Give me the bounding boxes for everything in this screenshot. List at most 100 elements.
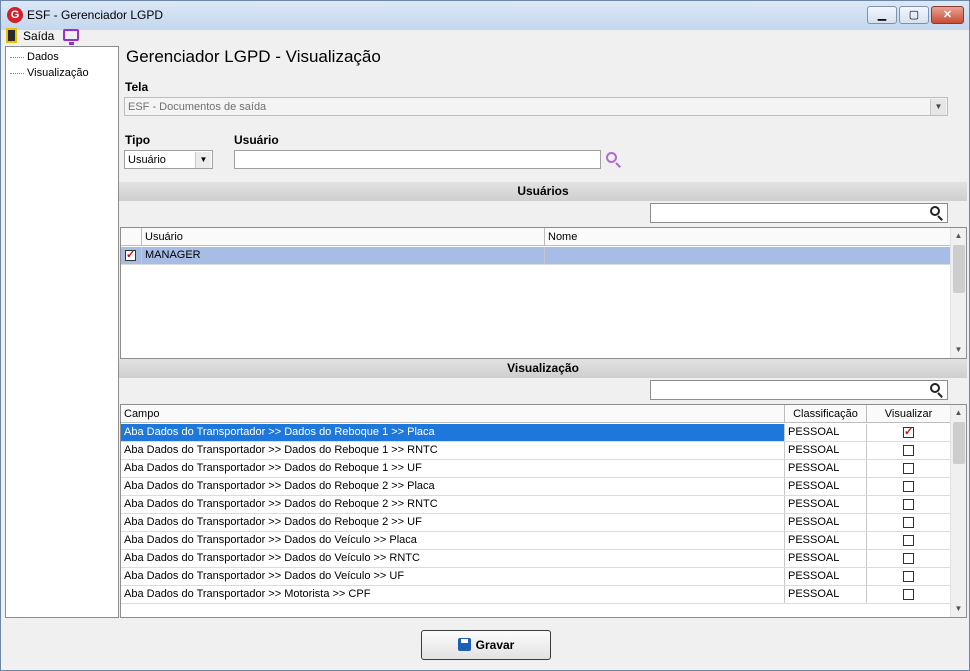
visualizar-cell[interactable] (867, 532, 950, 549)
row-checkbox[interactable] (121, 247, 142, 264)
view-filter-input[interactable] (650, 380, 948, 400)
campo-cell: Aba Dados do Transportador >> Dados do R… (121, 514, 785, 531)
checkbox-unchecked-icon[interactable] (903, 444, 914, 456)
table-row[interactable]: Aba Dados do Transportador >> Dados do R… (121, 496, 950, 514)
view-section-header: Visualização (119, 359, 967, 378)
column-header-visualizar[interactable]: Visualizar (867, 405, 950, 423)
app-logo-icon: G (7, 7, 23, 23)
table-row[interactable]: Aba Dados do Transportador >> Dados do R… (121, 442, 950, 460)
exit-door-icon[interactable] (6, 28, 17, 43)
chevron-down-icon[interactable]: ▼ (930, 99, 946, 115)
visualizar-cell[interactable] (867, 424, 950, 441)
view-grid-header: Campo Classificação Visualizar (121, 405, 950, 423)
monitor-icon[interactable] (63, 29, 79, 45)
maximize-button[interactable]: ▢ (899, 6, 929, 24)
classificacao-cell: PESSOAL (785, 442, 867, 459)
tipo-select[interactable]: Usuário ▼ (124, 150, 213, 169)
table-row[interactable]: Aba Dados do Transportador >> Dados do R… (121, 514, 950, 532)
search-icon[interactable] (930, 383, 944, 398)
campo-cell: Aba Dados do Transportador >> Dados do V… (121, 550, 785, 567)
column-header-classificacao[interactable]: Classificação (785, 405, 867, 423)
tela-value: ESF - Documentos de saída (128, 101, 267, 113)
classificacao-cell: PESSOAL (785, 586, 867, 603)
navigation-tree: Dados Visualização (5, 46, 119, 618)
scroll-up-icon[interactable]: ▲ (951, 228, 966, 244)
visualizar-cell[interactable] (867, 496, 950, 513)
usuario-label: Usuário (234, 133, 279, 147)
tipo-value: Usuário (128, 154, 166, 166)
page-title: Gerenciador LGPD - Visualização (126, 47, 381, 66)
table-row[interactable]: Aba Dados do Transportador >> Motorista … (121, 586, 950, 604)
checkbox-unchecked-icon[interactable] (903, 462, 914, 474)
users-section-header: Usuários (119, 182, 967, 201)
visualizar-cell[interactable] (867, 586, 950, 603)
visualizar-cell[interactable] (867, 514, 950, 531)
table-row[interactable]: Aba Dados do Transportador >> Dados do V… (121, 568, 950, 586)
table-row[interactable]: Aba Dados do Transportador >> Dados do V… (121, 532, 950, 550)
table-row[interactable]: Aba Dados do Transportador >> Dados do V… (121, 550, 950, 568)
visualizar-cell[interactable] (867, 478, 950, 495)
user-name-cell (545, 247, 950, 264)
campo-cell: Aba Dados do Transportador >> Dados do R… (121, 478, 785, 495)
scroll-down-icon[interactable]: ▼ (951, 601, 966, 617)
floppy-disk-icon (457, 638, 471, 651)
scroll-thumb[interactable] (953, 245, 965, 293)
campo-cell: Aba Dados do Transportador >> Dados do R… (121, 496, 785, 513)
classificacao-cell: PESSOAL (785, 550, 867, 567)
users-filter-input[interactable] (650, 203, 948, 223)
close-button[interactable]: ✕ (931, 6, 964, 24)
checkbox-checked-icon[interactable] (903, 424, 914, 441)
scroll-thumb[interactable] (953, 422, 965, 464)
column-header-usuario[interactable]: Usuário (142, 228, 545, 246)
classificacao-cell: PESSOAL (785, 460, 867, 477)
checkbox-checked-icon[interactable] (125, 247, 136, 264)
users-scrollbar[interactable]: ▲ ▼ (950, 228, 966, 358)
checkbox-unchecked-icon[interactable] (903, 516, 914, 528)
tela-select[interactable]: ESF - Documentos de saída ▼ (124, 97, 948, 116)
checkbox-unchecked-icon[interactable] (903, 570, 914, 582)
visualizar-cell[interactable] (867, 442, 950, 459)
save-button[interactable]: Gravar (421, 630, 551, 660)
user-login-cell: MANAGER (142, 247, 545, 264)
scroll-down-icon[interactable]: ▼ (951, 342, 966, 358)
scroll-up-icon[interactable]: ▲ (951, 405, 966, 421)
search-icon[interactable] (930, 206, 944, 221)
campo-cell: Aba Dados do Transportador >> Dados do R… (121, 424, 785, 441)
checkbox-unchecked-icon[interactable] (903, 534, 914, 546)
column-header-nome[interactable]: Nome (545, 228, 950, 246)
classificacao-cell: PESSOAL (785, 424, 867, 441)
visualizar-cell[interactable] (867, 568, 950, 585)
minimize-button[interactable]: ▁ (867, 6, 897, 24)
classificacao-cell: PESSOAL (785, 496, 867, 513)
campo-cell: Aba Dados do Transportador >> Dados do R… (121, 460, 785, 477)
usuario-input[interactable] (234, 150, 601, 169)
checkbox-unchecked-icon[interactable] (903, 498, 914, 510)
visualizar-cell[interactable] (867, 550, 950, 567)
checkbox-unchecked-icon[interactable] (903, 552, 914, 564)
view-scrollbar[interactable]: ▲ ▼ (950, 405, 966, 617)
campo-cell: Aba Dados do Transportador >> Dados do V… (121, 568, 785, 585)
campo-cell: Aba Dados do Transportador >> Motorista … (121, 586, 785, 603)
users-grid-header: Usuário Nome (121, 228, 950, 246)
tree-item-label: Dados (27, 51, 59, 63)
classificacao-cell: PESSOAL (785, 514, 867, 531)
checkbox-unchecked-icon[interactable] (903, 480, 914, 492)
window-title: ESF - Gerenciador LGPD (27, 8, 164, 22)
visualizar-cell[interactable] (867, 460, 950, 477)
table-row[interactable]: Aba Dados do Transportador >> Dados do R… (121, 460, 950, 478)
exit-menu-item[interactable]: Saída (23, 29, 54, 43)
search-icon[interactable] (605, 151, 623, 169)
chevron-down-icon[interactable]: ▼ (195, 152, 211, 168)
table-row[interactable]: Aba Dados do Transportador >> Dados do R… (121, 424, 950, 442)
table-row[interactable]: MANAGER (121, 247, 950, 265)
app-window: G ESF - Gerenciador LGPD ▁ ▢ ✕ Saída Dad… (0, 0, 970, 671)
campo-cell: Aba Dados do Transportador >> Dados do V… (121, 532, 785, 549)
checkbox-unchecked-icon[interactable] (903, 588, 914, 600)
classificacao-cell: PESSOAL (785, 568, 867, 585)
table-row[interactable]: Aba Dados do Transportador >> Dados do R… (121, 478, 950, 496)
column-header-campo[interactable]: Campo (121, 405, 785, 423)
tree-item-dados[interactable]: Dados (10, 51, 59, 63)
tree-item-label: Visualização (27, 67, 89, 79)
menu-bar: Saída (1, 26, 969, 46)
tree-item-visualizacao[interactable]: Visualização (10, 67, 89, 79)
